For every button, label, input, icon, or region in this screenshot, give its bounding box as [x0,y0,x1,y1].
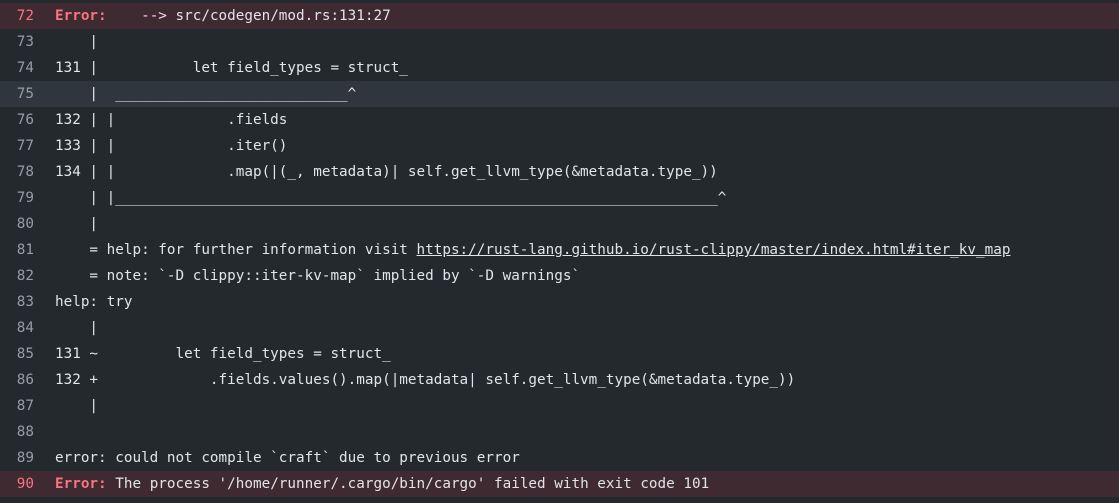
line-number[interactable]: 80 [0,211,34,237]
line-text: 132 | | .fields [55,112,288,128]
error-label: Error: [55,8,107,24]
log-line-89[interactable]: 89 error: could not compile `craft` due … [0,445,1119,471]
line-text: | [55,320,99,336]
log-line-79[interactable]: 79 | |__________________________________… [0,185,1119,211]
line-number[interactable]: 73 [0,29,34,55]
error-label: Error: [55,476,107,492]
line-number[interactable]: 77 [0,133,34,159]
line-number[interactable]: 85 [0,341,34,367]
line-text: help: try [55,294,133,310]
log-line-75[interactable]: 75 | ___________________________^ [0,81,1119,107]
log-line-90[interactable]: 90 Error: The process '/home/runner/.car… [0,471,1119,497]
line-text: | |_____________________________________… [55,190,727,206]
line-text: | [55,398,99,414]
line-number[interactable]: 87 [0,393,34,419]
line-text: 131 ~ let field_types = struct_ [55,346,391,362]
log-line-83[interactable]: 83 help: try [0,289,1119,315]
line-text: = note: `-D clippy::iter-kv-map` implied… [55,268,581,284]
line-number[interactable]: 78 [0,159,34,185]
log-line-87[interactable]: 87 | [0,393,1119,419]
line-number[interactable]: 76 [0,107,34,133]
line-text: Error: The process '/home/runner/.cargo/… [55,471,709,497]
error-message: The process '/home/runner/.cargo/bin/car… [106,476,710,492]
line-number[interactable]: 90 [0,471,34,497]
line-number[interactable]: 89 [0,445,34,471]
line-text: = help: for further information visit ht… [55,237,1010,263]
line-text: Error: --> src/codegen/mod.rs:131:27 [55,3,391,29]
log-line-72[interactable]: 72 Error: --> src/codegen/mod.rs:131:27 [0,3,1119,29]
log-line-78[interactable]: 78 134 | | .map(|(_, metadata)| self.get… [0,159,1119,185]
log-line-76[interactable]: 76 132 | | .fields [0,107,1119,133]
line-text: error: could not compile `craft` due to … [55,450,520,466]
line-number[interactable]: 75 [0,81,34,107]
line-number[interactable]: 74 [0,55,34,81]
log-line-80[interactable]: 80 | [0,211,1119,237]
line-text: | ___________________________^ [55,86,357,102]
line-text: | [55,216,99,232]
log-line-73[interactable]: 73 | [0,29,1119,55]
log-output: 72 Error: --> src/codegen/mod.rs:131:27 … [0,0,1119,497]
line-text: 132 + .fields.values().map(|metadata| se… [55,372,796,388]
error-location: --> src/codegen/mod.rs:131:27 [106,8,391,24]
log-line-86[interactable]: 86 132 + .fields.values().map(|metadata|… [0,367,1119,393]
log-line-85[interactable]: 85 131 ~ let field_types = struct_ [0,341,1119,367]
clippy-docs-link[interactable]: https://rust-lang.github.io/rust-clippy/… [417,242,1011,258]
log-line-82[interactable]: 82 = note: `-D clippy::iter-kv-map` impl… [0,263,1119,289]
line-text: 134 | | .map(|(_, metadata)| self.get_ll… [55,164,718,180]
line-text: | [55,34,99,50]
line-number[interactable]: 88 [0,419,34,445]
log-line-81[interactable]: 81 = help: for further information visit… [0,237,1119,263]
line-number[interactable]: 81 [0,237,34,263]
help-text: = help: for further information visit [55,242,417,258]
line-number[interactable]: 72 [0,3,34,29]
line-number[interactable]: 83 [0,289,34,315]
line-text: 131 | let field_types = struct_ [55,60,408,76]
line-number[interactable]: 82 [0,263,34,289]
log-line-88[interactable]: 88 [0,419,1119,445]
line-number[interactable]: 86 [0,367,34,393]
line-number[interactable]: 84 [0,315,34,341]
line-number[interactable]: 79 [0,185,34,211]
line-text: 133 | | .iter() [55,138,288,154]
log-line-74[interactable]: 74 131 | let field_types = struct_ [0,55,1119,81]
log-line-84[interactable]: 84 | [0,315,1119,341]
log-line-77[interactable]: 77 133 | | .iter() [0,133,1119,159]
